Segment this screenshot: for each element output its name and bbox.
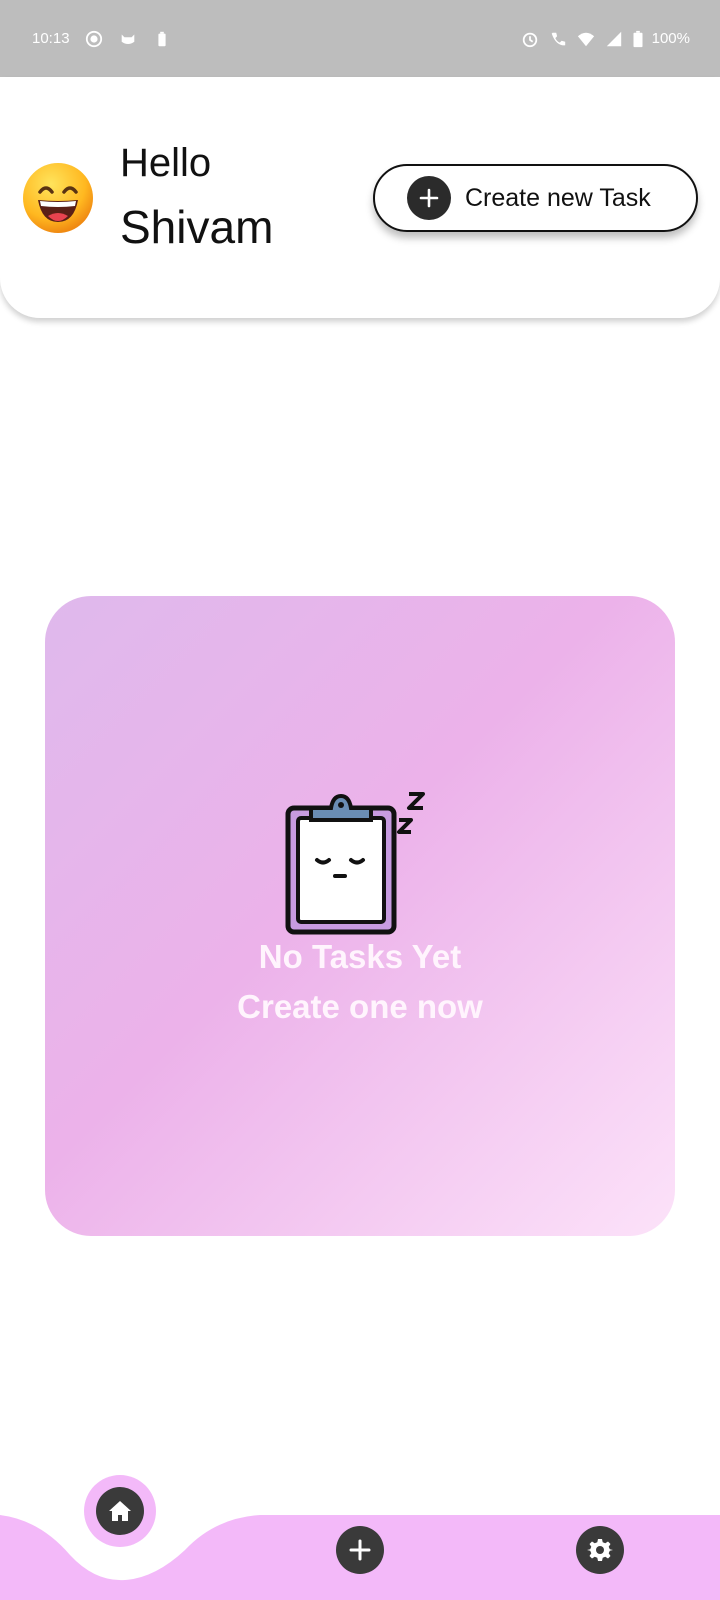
empty-state-subtitle: Create one now [237,988,483,1025]
create-new-task-button[interactable]: Create new Task [373,164,698,232]
greeting-hello: Hello [120,141,212,185]
plus-icon [349,1539,371,1561]
home-icon [109,1501,131,1521]
status-bar: 10:13 100% [0,0,720,77]
battery-percent: 100% [651,30,690,47]
nav-home-button[interactable] [96,1487,144,1535]
nav-settings-button[interactable] [576,1526,624,1574]
signal-icon [604,29,624,49]
empty-state-title: No Tasks Yet [258,938,462,975]
plus-icon [407,176,451,220]
create-new-task-label: Create new Task [465,183,651,212]
smiling-face-emoji-icon [22,162,94,234]
wifi-call-icon [548,29,568,49]
greeting: Hello Shivam [120,137,273,259]
sleeping-clipboard-icon [285,792,445,942]
battery-icon [632,29,644,49]
record-icon [84,29,104,49]
battery-saver-icon [152,29,172,49]
empty-state-card: No Tasks Yet Create one now [45,596,675,1236]
bottom-navigation [0,1475,720,1600]
user-name: Shivam [120,201,274,253]
status-time: 10:13 [32,30,70,47]
wifi-icon [576,29,596,49]
cat-icon [118,29,138,49]
header-card: Hello Shivam Create new Task [0,77,720,318]
alarm-icon [520,29,540,49]
gear-icon [587,1539,613,1561]
nav-add-button[interactable] [336,1526,384,1574]
